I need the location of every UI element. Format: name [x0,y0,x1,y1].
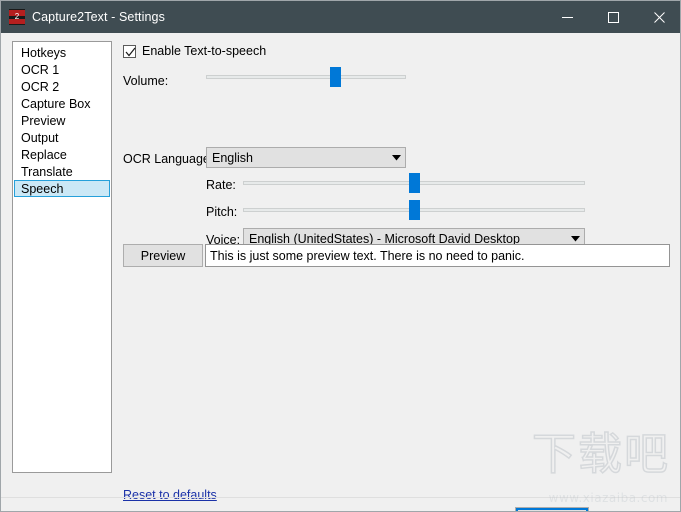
enable-tts-checkbox[interactable] [123,45,136,58]
sidebar-item-translate[interactable]: Translate [14,163,110,180]
chevron-down-icon[interactable] [567,236,584,242]
preview-button[interactable]: Preview [123,244,203,267]
capture2text-app-icon: 2 [9,9,25,25]
checkmark-icon [125,47,136,58]
sidebar-item-preview[interactable]: Preview [14,112,110,129]
sidebar-item-ocr-2[interactable]: OCR 2 [14,78,110,95]
sidebar-item-capture-box[interactable]: Capture Box [14,95,110,112]
rate-slider-thumb[interactable] [409,173,420,193]
volume-slider-thumb[interactable] [330,67,341,87]
window-controls [544,1,681,33]
reset-to-defaults-link[interactable]: Reset to defaults [123,488,217,502]
ok-button[interactable]: OK [515,507,589,512]
rate-label: Rate: [206,178,236,192]
ocr-language-label: OCR Language: [123,152,213,166]
window-title: Capture2Text - Settings [32,10,165,24]
sidebar-item-label: Hotkeys [21,46,66,60]
volume-label: Volume: [123,74,168,88]
settings-window: 2 Capture2Text - Settings Hotkeys OCR 1 … [0,0,681,512]
client-area: Hotkeys OCR 1 OCR 2 Capture Box Preview … [1,33,680,511]
ocr-language-combobox[interactable]: English [206,147,406,168]
preview-button-label: Preview [141,249,185,263]
sidebar-item-replace[interactable]: Replace [14,146,110,163]
speech-settings-pane: Enable Text-to-speech Volume: OCR Langua… [119,33,679,511]
pitch-label: Pitch: [206,205,237,219]
pitch-slider[interactable] [243,200,585,220]
cancel-button[interactable]: Cancel [595,507,669,512]
ocr-language-value: English [207,151,388,165]
sidebar-item-ocr-1[interactable]: OCR 1 [14,61,110,78]
sidebar-item-label: Speech [21,182,63,196]
maximize-icon[interactable] [590,1,636,33]
footer-separator [1,497,680,498]
preview-text-value: This is just some preview text. There is… [210,249,525,263]
rate-slider[interactable] [243,173,585,193]
pitch-slider-thumb[interactable] [409,200,420,220]
volume-slider[interactable] [206,67,406,87]
app-icon-digit: 2 [9,12,25,21]
preview-text-input[interactable]: This is just some preview text. There is… [205,244,670,267]
sidebar-item-label: OCR 2 [21,80,59,94]
settings-category-list[interactable]: Hotkeys OCR 1 OCR 2 Capture Box Preview … [12,41,112,473]
chevron-down-icon[interactable] [388,155,405,161]
volume-slider-track[interactable] [206,75,406,79]
sidebar-item-label: Preview [21,114,65,128]
enable-tts-row[interactable]: Enable Text-to-speech [123,44,266,58]
sidebar-item-label: Replace [21,148,67,162]
close-icon[interactable] [636,1,681,33]
sidebar-item-label: Translate [21,165,73,179]
sidebar-item-label: Capture Box [21,97,90,111]
sidebar-item-label: Output [21,131,59,145]
minimize-icon[interactable] [544,1,590,33]
sidebar-item-label: OCR 1 [21,63,59,77]
sidebar-item-speech[interactable]: Speech [14,180,110,197]
sidebar-item-output[interactable]: Output [14,129,110,146]
enable-tts-label: Enable Text-to-speech [142,44,266,58]
title-bar: 2 Capture2Text - Settings [1,1,681,33]
sidebar-item-hotkeys[interactable]: Hotkeys [14,44,110,61]
